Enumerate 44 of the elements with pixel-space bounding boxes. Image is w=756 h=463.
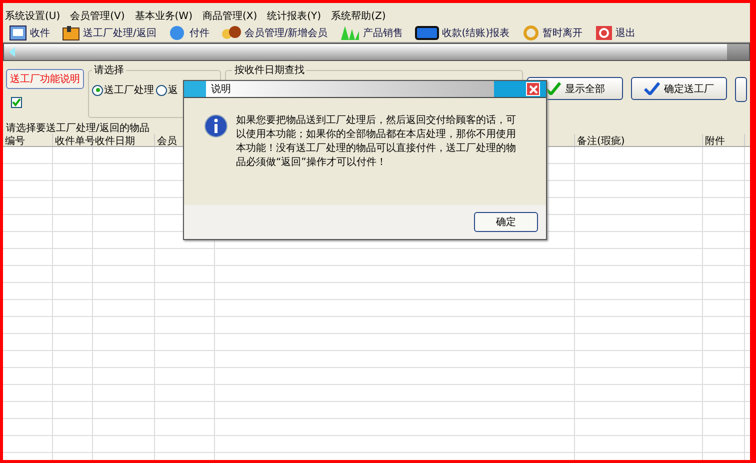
checkmark-icon	[644, 82, 660, 95]
document-icon	[9, 25, 27, 41]
window-icon	[7, 46, 17, 58]
factory-icon	[62, 25, 80, 41]
dialog-title: 说明	[211, 83, 231, 96]
menu-item[interactable]: 统计报表(Y)	[267, 9, 322, 22]
menu-item[interactable]: 系统帮助(Z)	[331, 9, 386, 22]
menu-item[interactable]: 会员管理(V)	[70, 9, 125, 22]
column-header: 收件日期	[93, 134, 155, 146]
refresh-icon	[522, 25, 540, 41]
ok-button[interactable]: 确定	[474, 212, 538, 232]
radio-option[interactable]: 返	[156, 83, 178, 97]
globe-icon	[168, 25, 186, 41]
group-title: 请选择	[93, 64, 125, 77]
plant-icon	[340, 25, 360, 41]
column-header: 编号	[3, 134, 53, 146]
button[interactable]	[735, 77, 747, 102]
checkmark-icon	[545, 82, 561, 95]
toolbar-button[interactable]: 退出	[594, 25, 636, 41]
toolbar-button[interactable]: 产品销售	[340, 25, 403, 41]
toolbar-button[interactable]: 收件	[9, 25, 50, 41]
radio-option[interactable]: 送工厂处理	[92, 83, 154, 97]
group-title: 按收件日期查找	[233, 64, 306, 77]
toolbar-button[interactable]: 送工厂处理/返回	[62, 25, 156, 41]
column-header: 收件单号	[53, 134, 93, 146]
column-header: 附件	[703, 134, 745, 146]
menu-item[interactable]: 基本业务(W)	[134, 9, 192, 22]
toolbar-button[interactable]: 暂时离开	[522, 25, 583, 41]
exit-icon	[594, 25, 613, 41]
toolbar-button[interactable]: 收款(结账)报表	[414, 25, 510, 41]
list-title: 请选择要送工厂处理/返回的物品	[5, 122, 150, 134]
checkbox[interactable]	[11, 97, 22, 108]
menu-item[interactable]: 系统设置(U)	[5, 9, 60, 22]
column-header: 备注(瑕疵)	[575, 134, 703, 146]
toolbar-button[interactable]: 会员管理/新增会员	[221, 25, 328, 41]
monitor-icon	[414, 25, 439, 41]
info-icon	[204, 114, 228, 138]
menu-item[interactable]: 商品管理(X)	[202, 9, 258, 22]
dialog-message: 如果您要把物品送到工厂处理后，然后返回交付给顾客的话，可以使用本功能；如果你的全部物品都在本店处理，那你不用使用本功能！没有送工厂处理的物品可以直接付件，送工厂处理的物品必须做“返回”操作才可以付件！	[236, 114, 517, 170]
action-button[interactable]: 确定送工厂	[631, 77, 727, 100]
close-button[interactable]	[526, 82, 540, 96]
people-icon	[221, 25, 242, 41]
toolbar-button[interactable]: 付件	[168, 25, 210, 41]
help-button[interactable]: 送工厂功能说明	[6, 69, 84, 89]
